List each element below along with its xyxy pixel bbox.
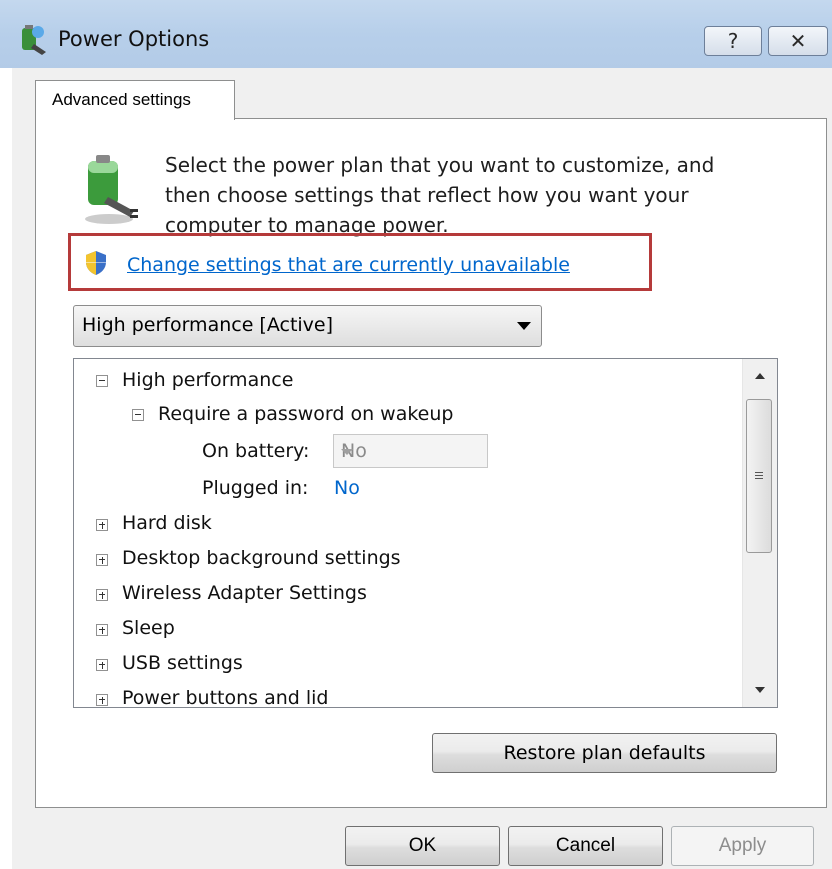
- apply-button[interactable]: Apply: [671, 826, 814, 866]
- help-icon: ?: [727, 29, 739, 53]
- on-battery-label: On battery:: [202, 440, 310, 462]
- title-bar[interactable]: Power Options ? ✕: [0, 0, 832, 68]
- help-button[interactable]: ?: [704, 26, 762, 56]
- ok-button[interactable]: OK: [345, 826, 500, 866]
- restore-plan-defaults-button[interactable]: Restore plan defaults: [432, 733, 777, 773]
- tree-item[interactable]: Desktop background settings: [122, 547, 401, 569]
- expand-icon[interactable]: [96, 519, 108, 531]
- expand-icon[interactable]: [96, 624, 108, 636]
- intro-text: Select the power plan that you want to c…: [165, 153, 715, 237]
- scroll-up-icon[interactable]: [755, 373, 765, 379]
- power-plan-value: High performance [Active]: [82, 314, 334, 336]
- grip-icon: [755, 472, 763, 473]
- plugged-in-label: Plugged in:: [202, 477, 309, 499]
- settings-tree[interactable]: High performance Require a password on w…: [73, 358, 778, 708]
- power-options-icon: [22, 25, 46, 55]
- collapse-icon[interactable]: [96, 375, 108, 387]
- expand-icon[interactable]: [96, 694, 108, 706]
- window-title: Power Options: [58, 27, 210, 51]
- tree-item[interactable]: Wireless Adapter Settings: [122, 582, 367, 604]
- close-icon: ✕: [789, 29, 807, 53]
- expand-icon[interactable]: [96, 589, 108, 601]
- tree-item-high-performance[interactable]: High performance: [122, 369, 293, 391]
- close-button[interactable]: ✕: [768, 26, 828, 56]
- expand-icon[interactable]: [96, 659, 108, 671]
- tree-item-password-on-wakeup[interactable]: Require a password on wakeup: [158, 403, 453, 425]
- on-battery-select[interactable]: No: [333, 434, 488, 468]
- power-options-dialog: Power Options ? ✕ Advanced settings Sele…: [0, 0, 832, 869]
- cancel-button[interactable]: Cancel: [508, 826, 663, 866]
- scroll-down-icon[interactable]: [755, 687, 765, 693]
- plugged-in-value[interactable]: No: [334, 477, 360, 499]
- vertical-scrollbar[interactable]: [742, 359, 777, 707]
- tree-item[interactable]: USB settings: [122, 652, 243, 674]
- tree-item[interactable]: Power buttons and lid: [122, 687, 329, 707]
- tree-item[interactable]: Sleep: [122, 617, 175, 639]
- tree-item[interactable]: Hard disk: [122, 512, 212, 534]
- chevron-down-icon: [517, 322, 531, 330]
- tab-advanced-settings[interactable]: Advanced settings: [35, 80, 235, 120]
- battery-plug-icon: [85, 155, 138, 224]
- collapse-icon[interactable]: [132, 409, 144, 421]
- chevron-down-icon: [341, 449, 353, 455]
- scrollbar-thumb[interactable]: [746, 399, 772, 553]
- highlight-box: [68, 233, 652, 291]
- expand-icon[interactable]: [96, 554, 108, 566]
- power-plan-select[interactable]: High performance [Active]: [73, 305, 542, 347]
